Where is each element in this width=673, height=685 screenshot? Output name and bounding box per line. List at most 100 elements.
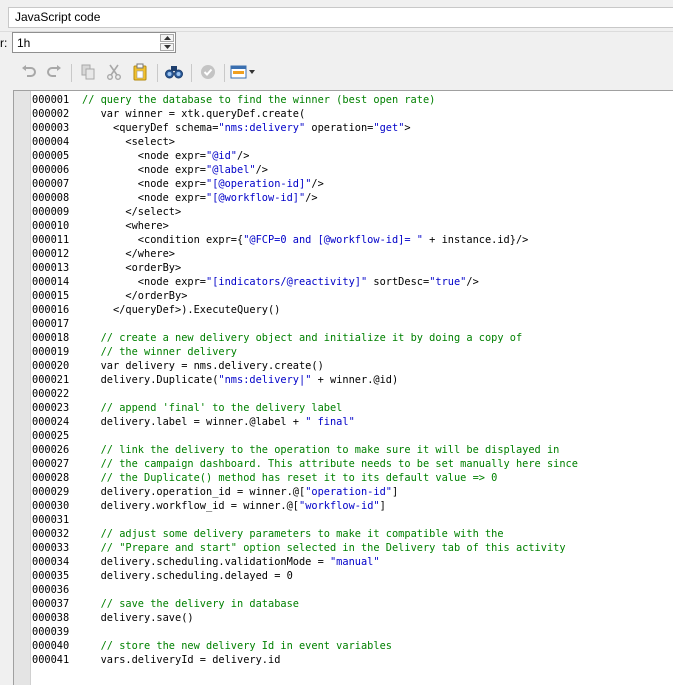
- code-line[interactable]: </orderBy>: [82, 289, 672, 303]
- code-line[interactable]: delivery.save(): [82, 611, 672, 625]
- code-text: delivery.scheduling.validationMode =: [100, 556, 330, 568]
- code-line[interactable]: <node expr="@label"/>: [82, 163, 672, 177]
- code-line[interactable]: [82, 387, 672, 401]
- code-text: <where>: [125, 220, 169, 232]
- code-line[interactable]: // create a new delivery object and init…: [82, 331, 672, 345]
- code-line[interactable]: delivery.label = winner.@label + " final…: [82, 415, 672, 429]
- code-comment: // create a new delivery object and init…: [100, 332, 523, 344]
- code-text: delivery.workflow_id = winner.@[: [100, 500, 299, 512]
- editor-toolbar: [0, 57, 673, 87]
- insert-field-button[interactable]: [230, 62, 258, 82]
- code-line[interactable]: delivery.workflow_id = winner.@["workflo…: [82, 499, 672, 513]
- code-text: ]: [391, 486, 399, 498]
- code-text: delivery.scheduling.delayed = 0: [100, 570, 293, 582]
- code-string: "nms:delivery": [218, 122, 306, 134]
- line-number: 000040: [32, 640, 70, 652]
- spin-up-button[interactable]: [160, 34, 174, 42]
- line-number: 000018: [32, 332, 70, 344]
- code-text: />: [255, 164, 269, 176]
- paste-icon: [133, 63, 147, 81]
- code-line[interactable]: </where>: [82, 247, 672, 261]
- cut-button[interactable]: [104, 62, 124, 82]
- code-comment: // save the delivery in database: [100, 598, 299, 610]
- spin-down-button[interactable]: [160, 43, 174, 51]
- code-line[interactable]: <condition expr={"@FCP=0 and [@workflow-…: [82, 233, 672, 247]
- line-number: 000004: [32, 136, 70, 148]
- code-line[interactable]: delivery.scheduling.validationMode = "ma…: [82, 555, 672, 569]
- code-string: "operation-id": [305, 486, 392, 498]
- code-line[interactable]: vars.deliveryId = delivery.id: [82, 653, 672, 667]
- code-line[interactable]: <orderBy>: [82, 261, 672, 275]
- code-text: sortDesc=: [367, 276, 430, 288]
- line-number: 000033: [32, 542, 70, 554]
- line-number: 000034: [32, 556, 70, 568]
- code-text: ]: [379, 500, 386, 512]
- code-line[interactable]: // link the delivery to the operation to…: [82, 443, 672, 457]
- code-line[interactable]: delivery.Duplicate("nms:delivery|" + win…: [82, 373, 672, 387]
- code-line[interactable]: delivery.operation_id = winner.@["operat…: [82, 485, 672, 499]
- code-line[interactable]: </select>: [82, 205, 672, 219]
- code-line[interactable]: <queryDef schema="nms:delivery" operatio…: [82, 121, 672, 135]
- line-number: 000026: [32, 444, 70, 456]
- code-line[interactable]: // the winner delivery: [82, 345, 672, 359]
- code-line[interactable]: <where>: [82, 219, 672, 233]
- toolbar-separator: [191, 64, 192, 82]
- code-string: "nms:delivery|": [218, 374, 312, 386]
- code-text: delivery.save(): [100, 612, 194, 624]
- line-number: 000032: [32, 528, 70, 540]
- code-text: />: [311, 178, 324, 190]
- code-line[interactable]: <select>: [82, 135, 672, 149]
- code-line[interactable]: // query the database to find the winner…: [82, 93, 672, 107]
- code-line[interactable]: <node expr="[@operation-id]"/>: [82, 177, 672, 191]
- code-line[interactable]: var delivery = nms.delivery.create(): [82, 359, 672, 373]
- code-comment: // the campaign dashboard. This attribut…: [100, 458, 578, 470]
- paste-button[interactable]: [130, 62, 150, 82]
- line-number: 000012: [32, 248, 70, 260]
- timeout-input[interactable]: 1h: [12, 32, 176, 53]
- code-text: <select>: [125, 136, 176, 148]
- code-line[interactable]: <node expr="[@workflow-id]"/>: [82, 191, 672, 205]
- code-comment: // link the delivery to the operation to…: [100, 444, 560, 456]
- code-text: <queryDef schema=: [113, 122, 219, 134]
- code-text: <node expr=: [137, 178, 206, 190]
- code-line[interactable]: // adjust some delivery parameters to ma…: [82, 527, 672, 541]
- find-button[interactable]: [164, 62, 184, 82]
- code-line[interactable]: [82, 513, 672, 527]
- code-line[interactable]: // the campaign dashboard. This attribut…: [82, 457, 672, 471]
- code-line[interactable]: // the Duplicate() method has reset it t…: [82, 471, 672, 485]
- code-line[interactable]: [82, 317, 672, 331]
- copy-button[interactable]: [78, 62, 98, 82]
- code-line[interactable]: delivery.scheduling.delayed = 0: [82, 569, 672, 583]
- line-number: 000036: [32, 584, 70, 596]
- code-area[interactable]: // query the database to find the winner…: [82, 93, 672, 667]
- code-line[interactable]: var winner = xtk.queryDef.create(: [82, 107, 672, 121]
- script-title-field[interactable]: JavaScript code: [8, 7, 673, 28]
- code-line[interactable]: // "Prepare and start" option selected i…: [82, 541, 672, 555]
- code-line[interactable]: <node expr="@id"/>: [82, 149, 672, 163]
- check-syntax-button[interactable]: [198, 62, 218, 82]
- code-line[interactable]: // save the delivery in database: [82, 597, 672, 611]
- code-line[interactable]: [82, 625, 672, 639]
- code-comment: // adjust some delivery parameters to ma…: [100, 528, 504, 540]
- cut-icon: [107, 64, 121, 80]
- undo-button[interactable]: [19, 62, 39, 82]
- code-line[interactable]: // store the new delivery Id in event va…: [82, 639, 672, 653]
- code-line[interactable]: // append 'final' to the delivery label: [82, 401, 672, 415]
- code-text: <node expr=: [137, 150, 206, 162]
- code-line[interactable]: <node expr="[indicators/@reactivity]" so…: [82, 275, 672, 289]
- code-line[interactable]: </queryDef>).ExecuteQuery(): [82, 303, 672, 317]
- code-line[interactable]: [82, 583, 672, 597]
- code-editor[interactable]: 000001 000002 000003 000004 000005 000006 0000…: [13, 90, 673, 685]
- redo-button[interactable]: [44, 62, 64, 82]
- code-line[interactable]: [82, 429, 672, 443]
